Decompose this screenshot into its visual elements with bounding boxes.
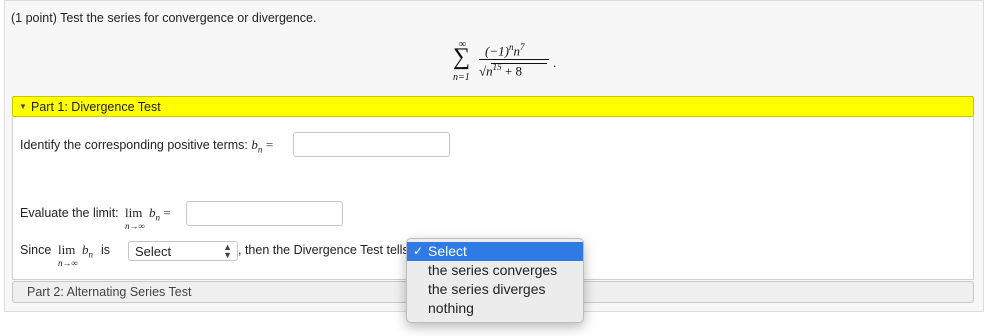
dropdown-option-nothing[interactable]: nothing (407, 299, 583, 318)
sum-symbol: ∑ (453, 44, 471, 70)
dropdown-option-diverges[interactable]: the series diverges (407, 280, 583, 299)
dropdown-option-select[interactable]: ✓ Select (407, 242, 583, 261)
is-label: is (101, 243, 111, 257)
part1-header-label: Part 1: Divergence Test (31, 100, 161, 114)
limit-expression: lim n→∞ bn = (125, 205, 171, 231)
positive-terms-input[interactable] (293, 132, 450, 157)
fraction-bar (479, 59, 549, 60)
dropdown-option-converges[interactable]: the series converges (407, 261, 583, 280)
problem-title: (1 point) Test the series for convergenc… (11, 11, 317, 25)
equation-period: . (553, 55, 557, 70)
evaluate-label: Evaluate the limit: (20, 206, 119, 220)
b-n-symbol: bn (251, 137, 263, 155)
part2-header-label: Part 2: Alternating Series Test (27, 285, 192, 299)
then-label: , then the Divergence Test tells u (238, 243, 420, 257)
series-equation: ∞ ∑ n=1 (−1)nn7 √n15 + 8 . (451, 39, 571, 89)
collapse-triangle-icon[interactable]: ▼ (19, 102, 27, 111)
limit-comparison-select[interactable]: Select ▲ ▼ (128, 241, 238, 261)
conclusion-dropdown-menu[interactable]: ✓ Select the series converges the series… (406, 238, 584, 323)
fraction-numerator: (−1)nn7 (485, 42, 525, 59)
sum-lower-limit: n=1 (453, 72, 470, 83)
limit-input[interactable] (186, 201, 343, 226)
sqrt-overline (491, 63, 547, 64)
identify-label: Identify the corresponding positive term… (20, 137, 274, 155)
checkmark-icon: ✓ (413, 244, 424, 258)
since-label: Since (20, 243, 52, 257)
select-value: Select (135, 244, 172, 259)
part1-header[interactable]: ▼ Part 1: Divergence Test (12, 96, 974, 117)
select-arrows-icon: ▲ ▼ (223, 242, 232, 260)
fraction-denominator: √n15 + 8 (479, 62, 522, 79)
